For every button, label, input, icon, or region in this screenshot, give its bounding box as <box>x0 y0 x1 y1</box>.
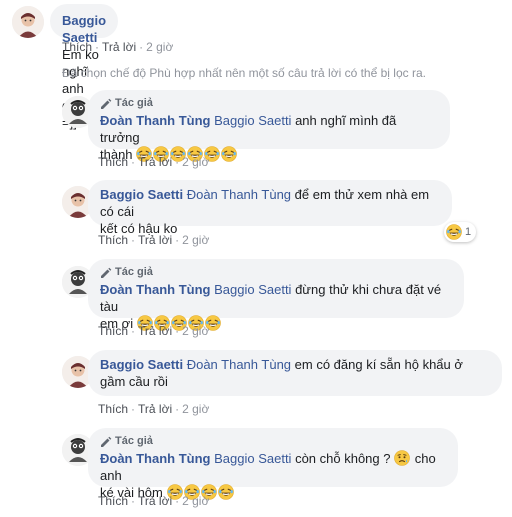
timestamp[interactable]: 2 giờ <box>182 324 209 338</box>
reply-actions: Thích · Trả lời · 2 giờ <box>98 402 210 416</box>
reply-link[interactable]: Trả lời <box>102 40 136 54</box>
mention-link[interactable]: Đoàn Thanh Tùng <box>187 187 291 202</box>
timestamp[interactable]: 2 giờ <box>182 494 209 508</box>
reply-text-cont: gầm cầu rồi <box>100 374 168 389</box>
reply-author-link[interactable]: Baggio Saetti <box>100 357 183 372</box>
reply-actions: Thích · Trả lời · 2 giờ <box>98 233 210 247</box>
like-link[interactable]: Thích <box>98 494 128 508</box>
mention-link[interactable]: Baggio Saetti <box>214 113 291 128</box>
reply-author-link[interactable]: Đoàn Thanh Tùng <box>100 282 210 297</box>
reply-link[interactable]: Trả lời <box>138 324 172 338</box>
pencil-icon <box>101 436 112 447</box>
reaction-summary[interactable]: 1 <box>444 222 477 242</box>
author-badge-label: Tác giả <box>115 435 153 447</box>
like-link[interactable]: Thích <box>98 233 128 247</box>
author-badge: Tác giả <box>100 97 438 110</box>
reply-actions: Thích · Trả lời · 2 giờ <box>98 155 210 169</box>
reply-bubble: Tác giả Đoàn Thanh Tùng Baggio Saetti đừ… <box>88 259 464 331</box>
reply-link[interactable]: Trả lời <box>138 233 172 247</box>
reply-author-link[interactable]: Đoàn Thanh Tùng <box>100 113 210 128</box>
comment-actions: Thích · Trả lời · 2 giờ <box>62 40 174 54</box>
reply-author-link[interactable]: Baggio Saetti <box>100 187 183 202</box>
comment-bubble: Baggio Saetti Em ko nghĩ anh gan thế =]] <box>50 4 119 130</box>
pencil-icon <box>101 267 112 278</box>
mention-link[interactable]: Đoàn Thanh Tùng <box>187 357 291 372</box>
pencil-icon <box>101 98 112 109</box>
reaction-count: 1 <box>465 226 472 238</box>
reply-bubble: Baggio Saetti Đoàn Thanh Tùng để em thử … <box>88 180 452 236</box>
mention-link[interactable]: Baggio Saetti <box>214 282 291 297</box>
reply-bubble: Tác giả Đoàn Thanh Tùng Baggio Saetti an… <box>88 90 450 162</box>
like-link[interactable]: Thích <box>98 324 128 338</box>
author-badge-label: Tác giả <box>115 266 153 278</box>
timestamp[interactable]: 2 giờ <box>182 233 209 247</box>
haha-reaction-icon <box>446 224 462 240</box>
reply-actions: Thích · Trả lời · 2 giờ <box>98 324 210 338</box>
worried-emoji-icon <box>394 450 411 466</box>
mention-link[interactable]: Baggio Saetti <box>214 451 291 466</box>
reply-bubble: Baggio Saetti Đoàn Thanh Tùng em có đăng… <box>88 350 502 396</box>
laughing-emoji-icon <box>221 146 238 162</box>
reply-text: còn chỗ không ? <box>295 451 391 466</box>
timestamp[interactable]: 2 giờ <box>146 40 173 54</box>
like-link[interactable]: Thích <box>62 40 92 54</box>
reply-bubble: Tác giả Đoàn Thanh Tùng Baggio Saetti cò… <box>88 428 458 500</box>
reply-author-link[interactable]: Đoàn Thanh Tùng <box>100 451 210 466</box>
author-badge-label: Tác giả <box>115 97 153 109</box>
like-link[interactable]: Thích <box>98 402 128 416</box>
timestamp[interactable]: 2 giờ <box>182 402 209 416</box>
filter-note: Đã chọn chế độ Phù hợp nhất nên một số c… <box>62 66 426 80</box>
author-badge: Tác giả <box>100 266 452 279</box>
timestamp[interactable]: 2 giờ <box>182 155 209 169</box>
reply-text: em có đăng kí sẵn hộ khẩu ở <box>294 357 463 372</box>
laughing-emoji-icon <box>217 484 234 500</box>
reply-actions: Thích · Trả lời · 2 giờ <box>98 494 210 508</box>
avatar-image <box>12 6 44 38</box>
reply-link[interactable]: Trả lời <box>138 494 172 508</box>
like-link[interactable]: Thích <box>98 155 128 169</box>
reply-link[interactable]: Trả lời <box>138 402 172 416</box>
reply-link[interactable]: Trả lời <box>138 155 172 169</box>
author-badge: Tác giả <box>100 435 446 448</box>
avatar[interactable] <box>12 6 44 38</box>
